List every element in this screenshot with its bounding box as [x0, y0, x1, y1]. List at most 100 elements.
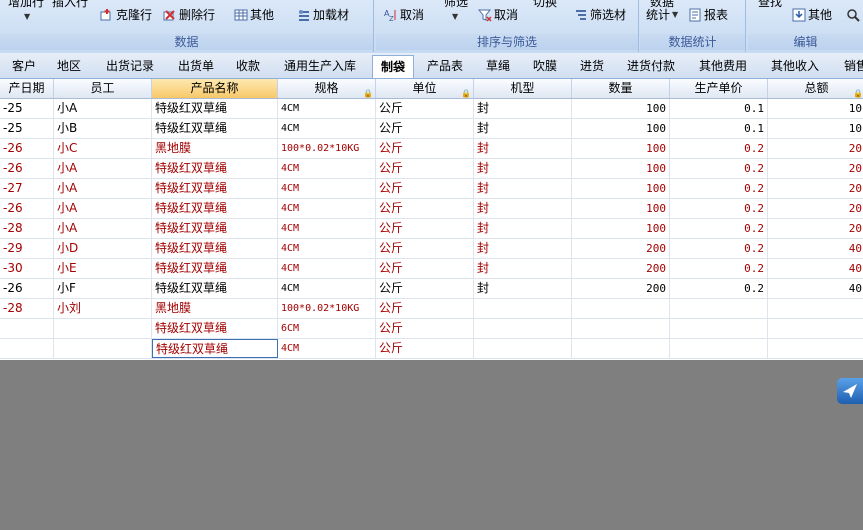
load-material-button[interactable]: 加载材 — [297, 6, 349, 24]
cell-unit[interactable]: 公斤 — [376, 99, 474, 118]
tab-shipment-order[interactable]: 出货单 — [168, 57, 224, 76]
filter-dropdown-icon[interactable]: ▼ — [452, 12, 458, 21]
cell-unit-price[interactable]: 0.2 — [670, 259, 768, 278]
cell-total[interactable]: 40 — [768, 239, 863, 258]
cell-unit-price[interactable]: 0.2 — [670, 139, 768, 158]
cell-model[interactable] — [474, 299, 572, 318]
cell-unit-price[interactable]: 0.2 — [670, 199, 768, 218]
cell-unit-price[interactable] — [670, 299, 768, 318]
cell-total[interactable]: 40 — [768, 279, 863, 298]
cell-model[interactable]: 封 — [474, 119, 572, 138]
add-row-dropdown-icon[interactable]: ▼ — [24, 12, 30, 21]
tab-other-expenses[interactable]: 其他费用 — [692, 57, 754, 76]
cell-product-name[interactable]: 特级红双草绳 — [152, 199, 278, 218]
tab-film-blowing[interactable]: 吹膜 — [525, 57, 565, 76]
table-row[interactable]: -25 小B 特级红双草绳 4CM 公斤封 100 0.1 10 — [0, 119, 863, 139]
cell-product-name[interactable]: 特级红双草绳 — [152, 279, 278, 298]
cell-spec[interactable]: 100*0.02*10KG — [278, 139, 376, 158]
cell-product-name[interactable]: 特级红双草绳 — [152, 179, 278, 198]
cell-unit-price[interactable] — [670, 339, 768, 358]
cell-unit-price[interactable]: 0.2 — [670, 219, 768, 238]
cell-spec[interactable]: 4CM — [278, 159, 376, 178]
float-assistant-icon[interactable] — [837, 378, 863, 404]
cell-date[interactable]: -30 — [0, 259, 54, 278]
table-row[interactable]: -27 小A 特级红双草绳 4CM 公斤封 100 0.2 20 — [0, 179, 863, 199]
cell-product-name[interactable]: 特级红双草绳 — [152, 339, 278, 358]
cell-total[interactable]: 10 — [768, 119, 863, 138]
cell-spec[interactable]: 4CM — [278, 179, 376, 198]
tab-straw-rope[interactable]: 草绳 — [478, 57, 518, 76]
cell-unit[interactable]: 公斤 — [376, 139, 474, 158]
cell-product-name[interactable]: 黑地膜 — [152, 139, 278, 158]
other-button[interactable]: 其他 — [234, 6, 274, 24]
cell-unit[interactable]: 公斤 — [376, 319, 474, 338]
cell-date[interactable]: -29 — [0, 239, 54, 258]
header-employee[interactable]: 员工 — [54, 79, 152, 98]
cell-quantity[interactable] — [572, 339, 670, 358]
cell-quantity[interactable]: 100 — [572, 139, 670, 158]
tab-general-production[interactable]: 通用生产入库 — [276, 57, 364, 76]
cell-model[interactable]: 封 — [474, 259, 572, 278]
cell-quantity[interactable]: 100 — [572, 219, 670, 238]
header-unit[interactable]: 单位 🔒 — [376, 79, 474, 98]
cell-unit-price[interactable]: 0.2 — [670, 279, 768, 298]
cell-quantity[interactable] — [572, 299, 670, 318]
cell-unit[interactable]: 公斤 — [376, 219, 474, 238]
find-top-button[interactable]: 查找 — [758, 0, 782, 10]
tab-region[interactable]: 地区 — [50, 57, 88, 76]
cell-spec[interactable]: 4CM — [278, 259, 376, 278]
tab-payment-received[interactable]: 收款 — [228, 57, 268, 76]
cell-spec[interactable]: 100*0.02*10KG — [278, 299, 376, 318]
cell-spec[interactable]: 4CM — [278, 199, 376, 218]
cell-total[interactable] — [768, 319, 863, 338]
cell-unit-price[interactable]: 0.2 — [670, 239, 768, 258]
tab-customer[interactable]: 客户 — [5, 57, 43, 76]
cell-date[interactable]: -28 — [0, 299, 54, 318]
cell-employee[interactable]: 小F — [54, 279, 152, 298]
cell-unit-price[interactable] — [670, 319, 768, 338]
edit-other-button[interactable]: 其他 — [792, 6, 832, 24]
cell-date[interactable]: -28 — [0, 219, 54, 238]
cell-total[interactable]: 40 — [768, 259, 863, 278]
cell-unit[interactable]: 公斤 — [376, 339, 474, 358]
table-row[interactable]: -25 小A 特级红双草绳 4CM 公斤封 100 0.1 10 — [0, 99, 863, 119]
tab-other-income[interactable]: 其他收入 — [764, 57, 826, 76]
cell-unit-price[interactable]: 0.2 — [670, 159, 768, 178]
cell-quantity[interactable]: 200 — [572, 259, 670, 278]
cell-date[interactable] — [0, 339, 54, 358]
cell-model[interactable] — [474, 319, 572, 338]
cell-quantity[interactable]: 200 — [572, 239, 670, 258]
cell-date[interactable]: -26 — [0, 279, 54, 298]
cell-total[interactable]: 20 — [768, 179, 863, 198]
tab-sales[interactable]: 销售 — [836, 57, 863, 76]
cell-unit[interactable]: 公斤 — [376, 179, 474, 198]
cell-employee[interactable] — [54, 339, 152, 358]
cell-spec[interactable]: 4CM — [278, 239, 376, 258]
header-unit-price[interactable]: 生产单价 — [670, 79, 768, 98]
cell-employee[interactable] — [54, 319, 152, 338]
cell-unit[interactable]: 公斤 — [376, 239, 474, 258]
cell-total[interactable] — [768, 339, 863, 358]
add-row-button[interactable]: 增加行 — [8, 0, 44, 10]
cell-model[interactable]: 封 — [474, 199, 572, 218]
cell-date[interactable]: -26 — [0, 159, 54, 178]
cell-model[interactable]: 封 — [474, 239, 572, 258]
cell-total[interactable]: 20 — [768, 199, 863, 218]
cell-product-name[interactable]: 特级红双草绳 — [152, 239, 278, 258]
cell-employee[interactable]: 小C — [54, 139, 152, 158]
cell-unit[interactable]: 公斤 — [376, 299, 474, 318]
filter-top-button[interactable]: 筛选 — [444, 0, 468, 10]
cell-total[interactable]: 20 — [768, 219, 863, 238]
cell-unit[interactable]: 公斤 — [376, 159, 474, 178]
table-row[interactable]: -28 小刘 黑地膜 100*0.02*10KG 公斤 — [0, 299, 863, 319]
search-icon[interactable] — [846, 8, 860, 22]
cell-model[interactable]: 封 — [474, 179, 572, 198]
cell-product-name[interactable]: 特级红双草绳 — [152, 119, 278, 138]
cell-employee[interactable]: 小D — [54, 239, 152, 258]
table-row[interactable]: -26 小A 特级红双草绳 4CM 公斤封 100 0.2 20 — [0, 199, 863, 219]
cell-quantity[interactable]: 100 — [572, 119, 670, 138]
cell-unit[interactable]: 公斤 — [376, 259, 474, 278]
cell-date[interactable] — [0, 319, 54, 338]
cell-product-name[interactable]: 特级红双草绳 — [152, 259, 278, 278]
header-quantity[interactable]: 数量 — [572, 79, 670, 98]
